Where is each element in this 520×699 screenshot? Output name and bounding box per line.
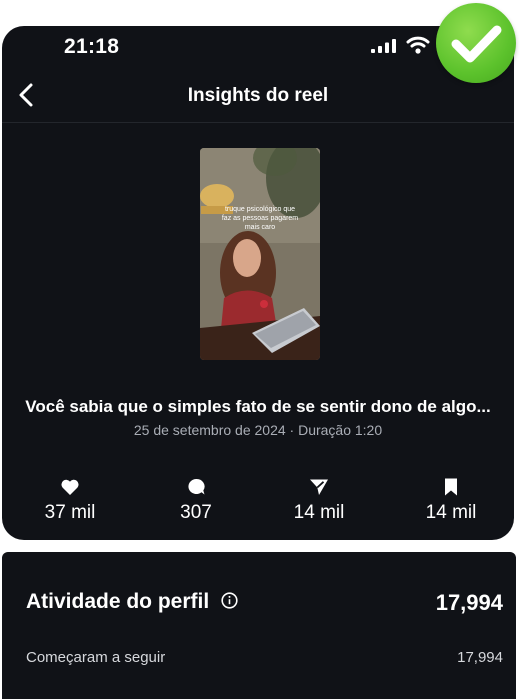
bookmark-icon — [445, 478, 457, 496]
page-title: Insights do reel — [187, 85, 329, 106]
comment-icon — [188, 478, 205, 495]
engagement-stats: 37 mil 307 14 mil 14 mil — [2, 478, 514, 528]
profile-activity-title: Atividade do perfil — [26, 590, 238, 614]
info-icon[interactable] — [221, 592, 238, 610]
checkmark-icon — [451, 25, 502, 63]
status-time: 21:18 — [64, 35, 120, 58]
reel-insights-card: 21:18 Insights do reel truque psicológic… — [2, 26, 514, 540]
check-badge — [436, 3, 516, 83]
follows-label: Começaram a seguir — [26, 649, 166, 666]
profile-activity-card: Atividade do perfil 17,994 Começaram a s… — [2, 552, 516, 699]
stat-value: 14 mil — [293, 502, 345, 523]
stat-value: 307 — [180, 502, 212, 523]
heart-icon — [61, 479, 79, 495]
stat-saves: 14 mil — [396, 478, 506, 524]
thumbnail-text-line: faz as pessoas pagarem — [222, 215, 298, 222]
reel-thumbnail-art: truque psicológico que faz as pessoas pa… — [200, 148, 320, 360]
reel-caption: Você sabia que o simples fato de se sent… — [25, 397, 491, 416]
share-icon — [310, 479, 328, 495]
stat-value: 37 mil — [44, 502, 96, 523]
reel-thumbnail[interactable]: truque psicológico que faz as pessoas pa… — [200, 148, 320, 360]
wifi-icon — [406, 36, 430, 54]
signal-icon — [371, 39, 396, 53]
stat-shares: 14 mil — [264, 478, 374, 524]
thumbnail-text-line: truque psicológico que — [225, 206, 295, 213]
reel-meta: 25 de setembro de 2024 · Duração 1:20 — [133, 422, 383, 438]
stat-likes: 37 mil — [15, 478, 125, 524]
stat-value: 14 mil — [425, 502, 477, 523]
profile-activity-total: 17,994 — [435, 590, 503, 615]
follows-value: 17,994 — [457, 649, 503, 666]
profile-activity-label: Atividade do perfil — [26, 590, 210, 613]
stat-comments: 307 — [141, 478, 251, 524]
thumbnail-text-line: mais caro — [245, 224, 275, 231]
